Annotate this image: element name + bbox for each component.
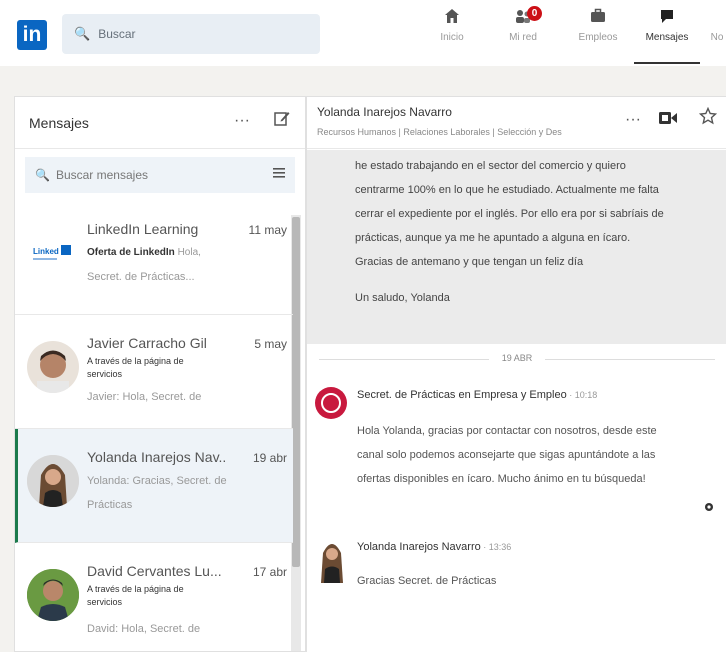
conversation-preview: A través de la página de servicios [87,584,184,607]
star-icon[interactable] [698,106,718,130]
video-call-icon[interactable] [659,111,677,128]
conversation-name: Javier Carracho Gil [87,335,207,351]
thread-header: Yolanda Inarejos Navarro Recursos Humano… [307,97,726,149]
conversation-name: David Cervantes Lu... [87,563,222,579]
more-options-icon[interactable]: ··· [234,112,250,130]
conversation-item[interactable]: Javier Carracho Gil 5 may A través de la… [15,315,293,429]
nav-jobs-label: Empleos [578,32,618,43]
message-text: Gracias Secret. de Prácticas [357,575,497,587]
messaging-header: Mensajes ··· [15,97,305,149]
avatar [27,455,79,507]
conversation-item-selected[interactable]: Yolanda Inarejos Nav... 19 abr Yolanda: … [15,429,293,543]
global-search-input[interactable]: 🔍 Buscar [62,14,320,54]
top-navigation-bar: in 🔍 Buscar Inicio 0 Mi red Empleos Mens… [0,0,726,66]
conversation-name: Yolanda Inarejos Nav... [87,449,227,465]
sponsored-label: Oferta de LinkedIn [87,247,175,258]
message-time: · 13:36 [480,542,512,552]
nav-home-label: Inicio [440,32,464,43]
avatar: Linked [27,227,79,279]
message-text: he estado trabajando en el sector del co… [355,160,664,268]
conversation-preview: Oferta de LinkedIn Hola, [87,247,277,258]
nav-network-label: Mi red [509,32,537,43]
people-icon: 0 [513,6,542,32]
nav-notifications[interactable]: No [708,6,726,64]
nav-home[interactable]: Inicio [432,6,472,64]
nav-network[interactable]: 0 Mi red [500,6,546,64]
conversation-date: 5 may [254,337,287,351]
chat-icon [658,6,676,32]
conversation-preview-secondary: David: Hola, Secret. de [87,623,201,635]
nav-messaging[interactable]: Mensajes [634,6,700,64]
conversation-item[interactable]: Linked LinkedIn Learning 11 may Oferta d… [15,201,293,315]
conversation-date: 11 may [248,223,287,237]
nav-messaging-label: Mensajes [645,32,689,43]
avatar[interactable] [315,387,347,419]
nav-notifications-label: No [710,32,724,43]
conversation-preview: Yolanda: Gracias, Secret. de [87,475,227,487]
previous-message-body: he estado trabajando en el sector del co… [307,150,726,344]
conversation-preview-secondary: Secret. de Prácticas... [87,271,195,283]
scrollbar-thumb[interactable] [292,217,300,567]
message-sender: Yolanda Inarejos Navarro · 13:36 [357,541,511,553]
preview-snippet: Hola, [174,247,201,258]
conversation-name: LinkedIn Learning [87,221,199,237]
sender-name[interactable]: Yolanda Inarejos Navarro [357,541,481,553]
conversation-preview-secondary: Javier: Hola, Secret. de [87,391,202,403]
briefcase-icon [589,6,607,32]
message-signature: Un saludo, Yolanda [355,292,450,304]
message-sender: Secret. de Prácticas en Empresa y Empleo… [357,389,597,401]
linkedin-logo[interactable]: in [17,20,47,50]
global-search-placeholder: Buscar [98,27,136,41]
filter-icon[interactable] [273,166,285,182]
thread-contact-name[interactable]: Yolanda Inarejos Navarro [317,105,452,119]
sender-name[interactable]: Secret. de Prácticas en Empresa y Empleo [357,389,567,401]
date-divider: 19 ABR [307,353,726,363]
date-divider-label: 19 ABR [501,353,533,363]
svg-text:Linked: Linked [33,247,59,256]
conversation-thread-panel: Yolanda Inarejos Navarro Recursos Humano… [306,96,726,652]
conversation-preview-secondary: Prácticas [87,499,133,511]
avatar [27,569,79,621]
conversation-list-panel: Mensajes ··· 🔍 Buscar mensajes Linked Li… [14,96,306,652]
avatar[interactable] [315,537,349,583]
search-messages-input[interactable]: 🔍 Buscar mensajes [25,157,295,193]
gear-icon[interactable] [703,501,715,516]
avatar [27,341,79,393]
compose-icon[interactable] [273,109,291,132]
conversation-item[interactable]: David Cervantes Lu... 17 abr A través de… [15,543,293,651]
conversation-date: 17 abr [252,565,287,579]
search-icon: 🔍 [74,26,91,41]
search-messages-placeholder: Buscar mensajes [55,168,148,182]
more-options-icon[interactable]: ··· [625,111,641,129]
message-text: Hola Yolanda, gracias por contactar con … [357,425,657,485]
messaging-title: Mensajes [29,114,89,131]
thread-contact-headline: Recursos Humanos | Relaciones Laborales … [317,127,562,137]
nav-jobs[interactable]: Empleos [572,6,624,64]
message-time: · 10:18 [566,390,598,400]
conversation-preview: A través de la página de servicios [87,356,184,379]
search-icon: 🔍 [35,168,50,182]
notification-badge: 0 [527,6,542,21]
conversation-date: 19 abr [252,451,287,465]
home-icon [443,6,461,32]
